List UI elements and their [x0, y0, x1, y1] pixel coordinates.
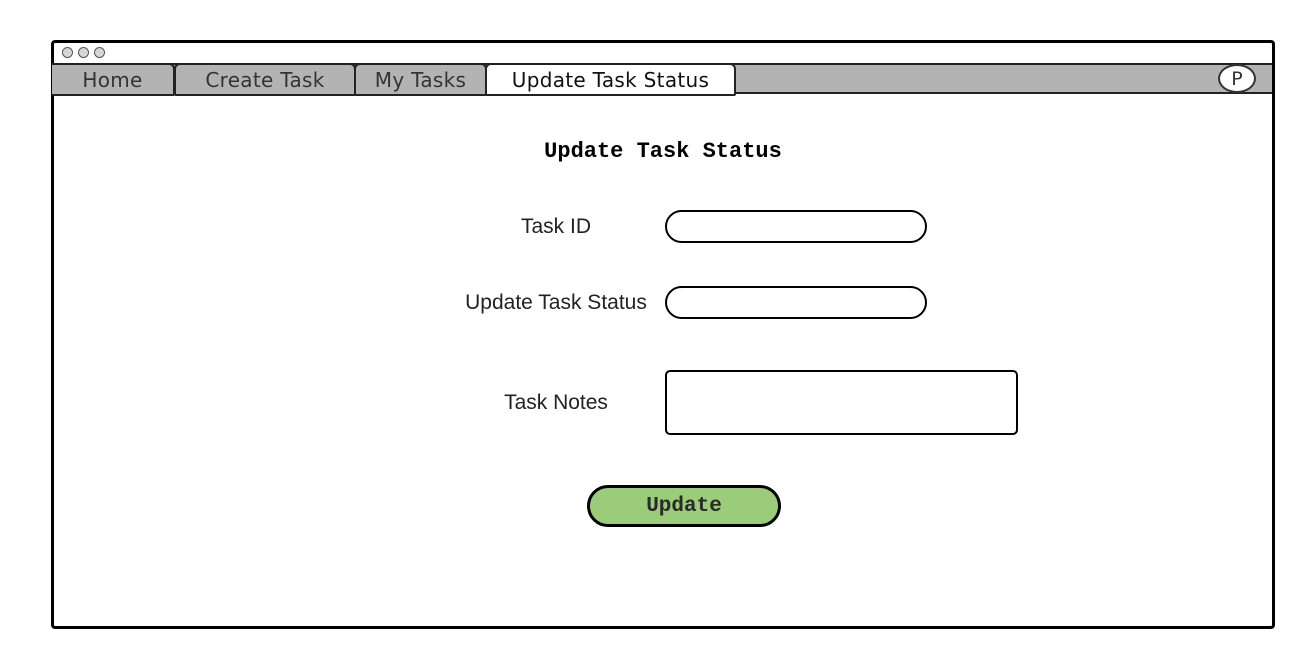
tab-bar: Home Create Task My Tasks Update Task St… [52, 63, 1272, 96]
tab-update-task-status[interactable]: Update Task Status [485, 63, 736, 96]
app-window: Home Create Task My Tasks Update Task St… [51, 40, 1275, 629]
window-minimize-icon[interactable] [78, 47, 89, 58]
tab-create-task[interactable]: Create Task [174, 63, 356, 96]
status-label: Update Task Status [465, 291, 647, 314]
window-controls [62, 47, 105, 59]
profile-avatar[interactable]: P [1218, 64, 1256, 93]
status-input[interactable] [665, 286, 927, 319]
tab-home[interactable]: Home [52, 63, 175, 96]
task-id-input[interactable] [665, 210, 927, 243]
task-notes-textarea[interactable] [665, 370, 1018, 435]
update-button[interactable]: Update [587, 485, 781, 527]
task-notes-label: Task Notes [504, 391, 608, 414]
window-maximize-icon[interactable] [94, 47, 105, 58]
window-close-icon[interactable] [62, 47, 73, 58]
task-id-label: Task ID [520, 215, 591, 238]
tab-my-tasks[interactable]: My Tasks [354, 63, 487, 96]
page-title: Update Task Status [544, 139, 782, 164]
